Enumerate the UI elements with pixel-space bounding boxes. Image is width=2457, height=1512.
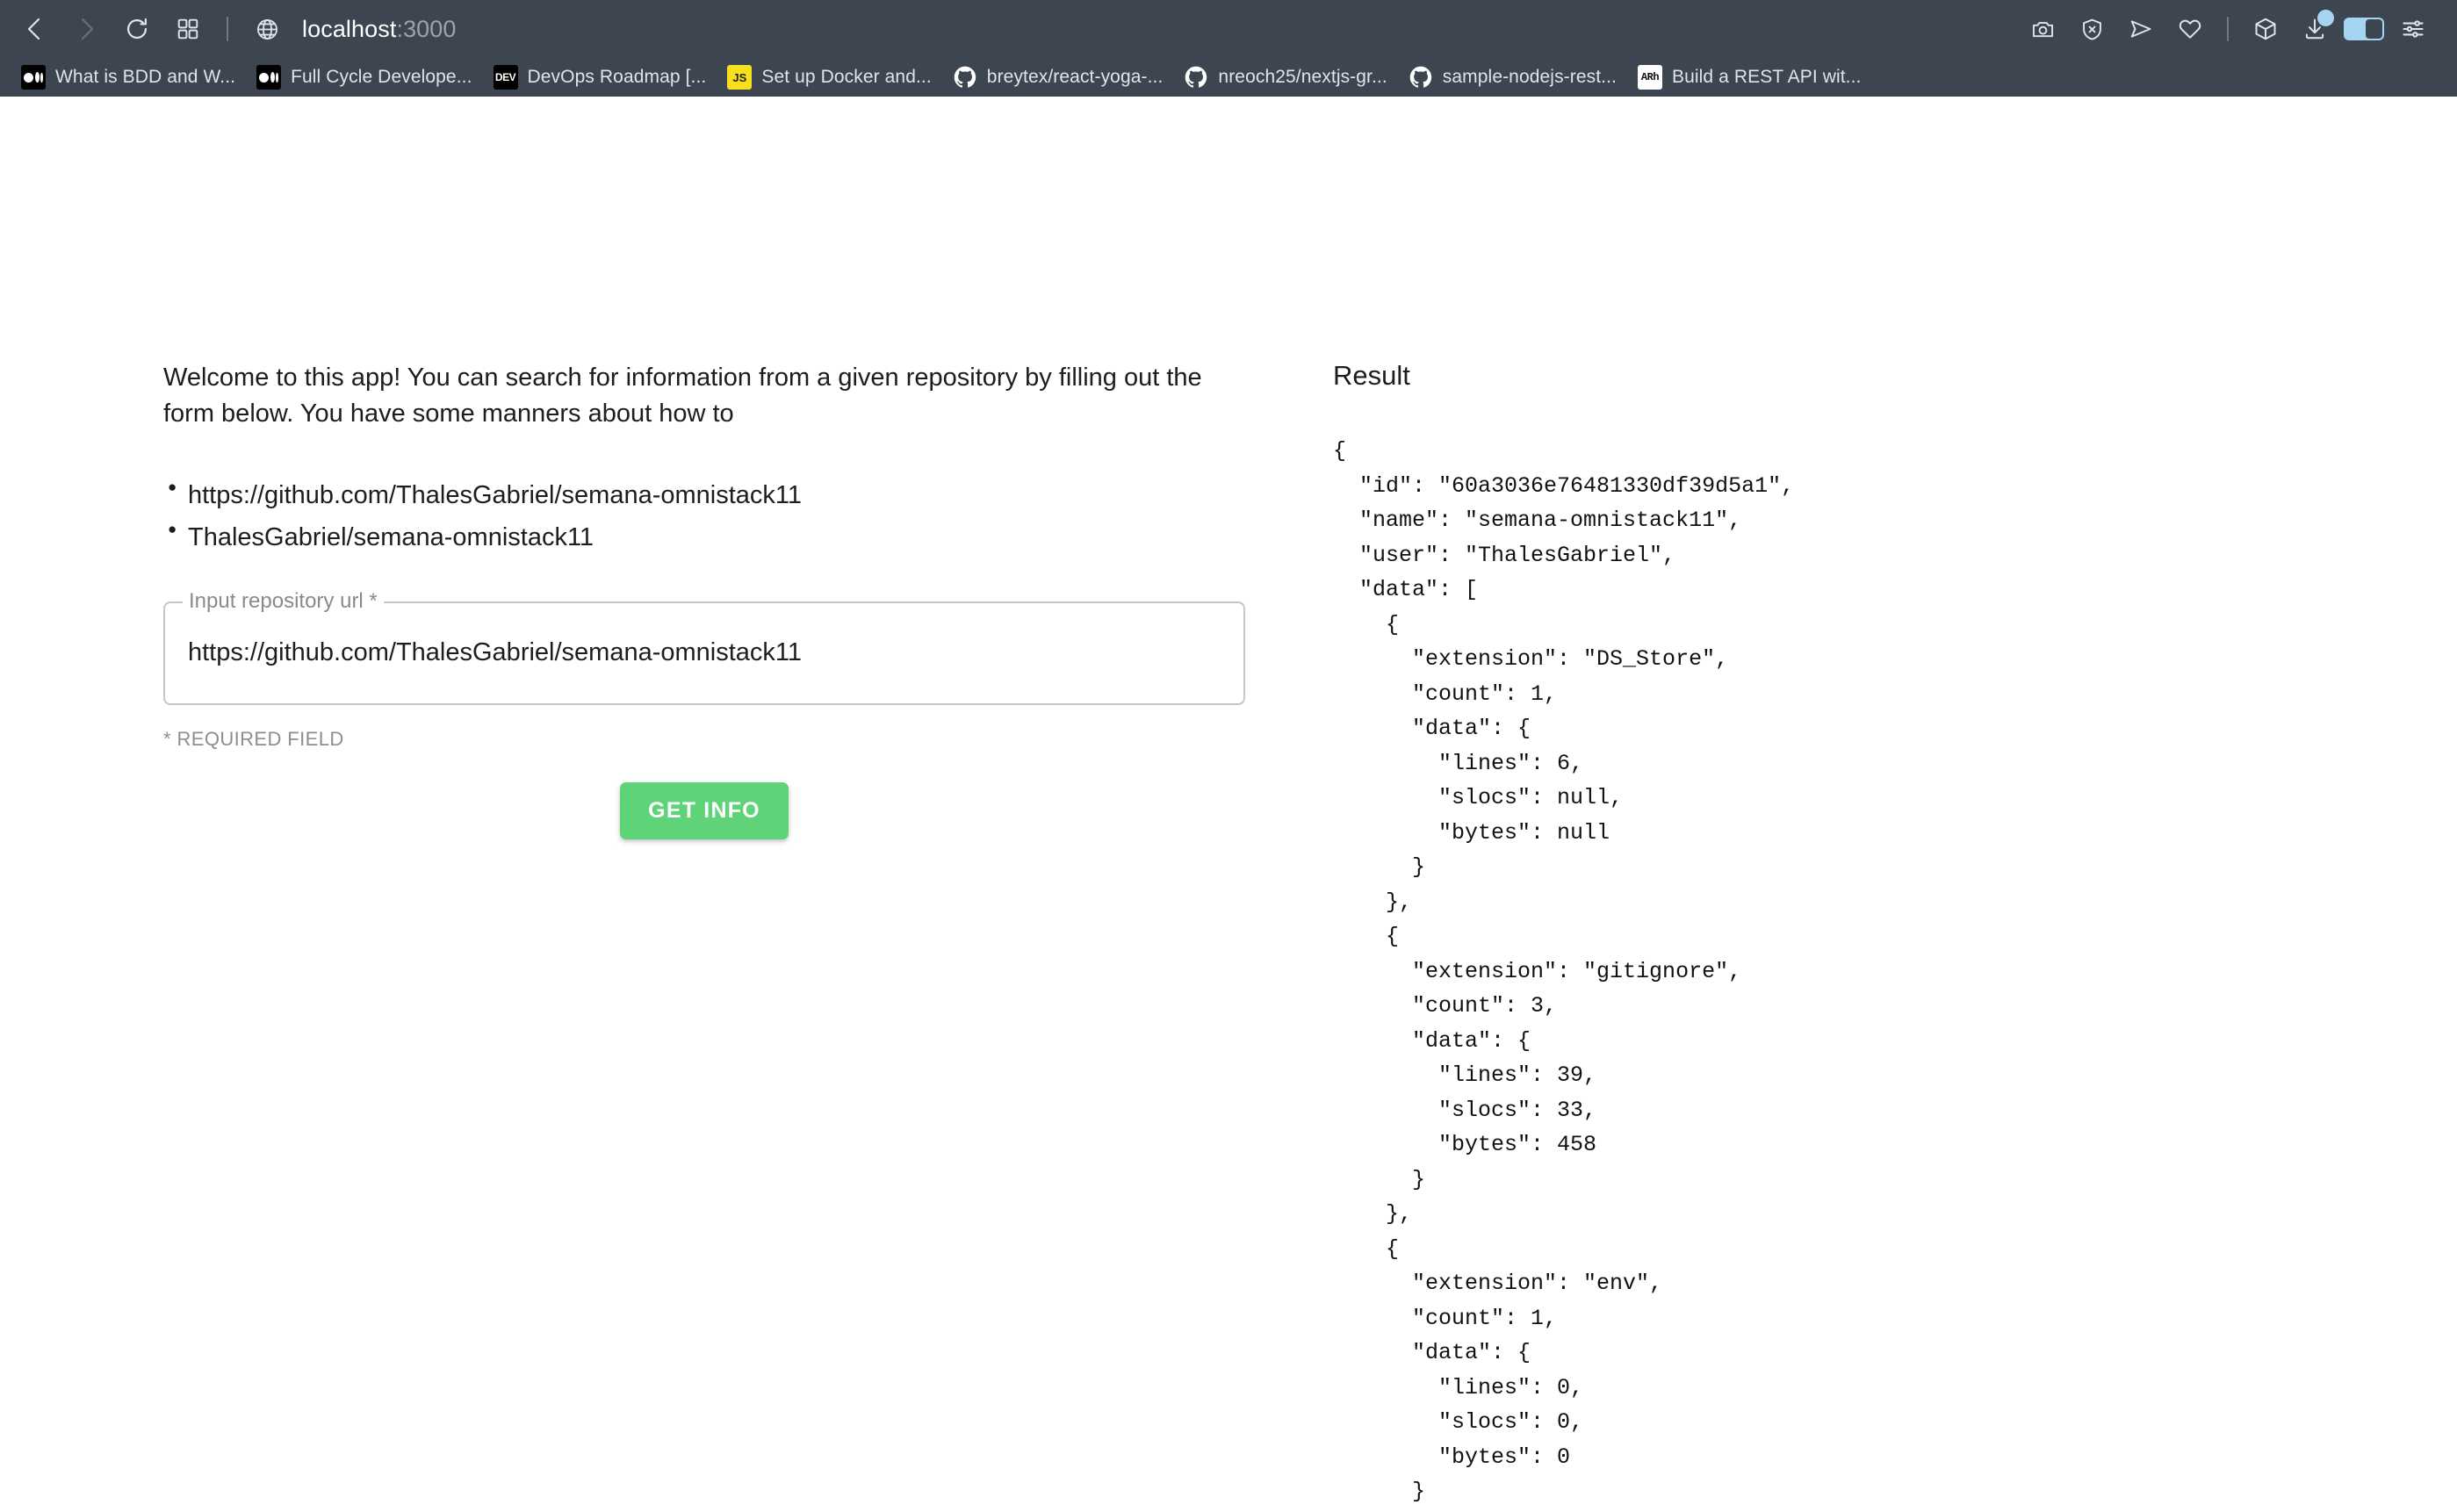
back-button[interactable] [12,6,58,52]
medium-icon [21,65,46,90]
toolbar-divider-right [2227,17,2229,41]
result-column: Result { "id": "60a3036e76481330df39d5a1… [1308,97,2457,1512]
favorites-button[interactable] [2167,6,2213,52]
bookmark-item[interactable]: sample-nodejs-rest... [1400,61,1629,94]
submit-row: GET INFO [163,782,1245,839]
bookmark-label: What is BDD and W... [55,67,235,88]
camera-icon [2031,18,2055,41]
bookmark-label: Build a REST API wit... [1672,67,1862,88]
download-badge [2317,10,2334,26]
result-title: Result [1333,360,2457,392]
bookmark-label: nreoch25/nextjs-gr... [1218,67,1387,88]
bookmark-label: Set up Docker and... [761,67,931,88]
bookmark-label: Full Cycle Develope... [291,67,472,88]
url-host: localhost [302,16,396,42]
browser-chrome: localhost:3000 [0,0,2457,97]
settings-button[interactable] [2390,6,2436,52]
grid-squares-icon [177,18,199,40]
reload-button[interactable] [114,6,160,52]
globe-icon [256,18,279,41]
url-text: localhost:3000 [302,16,457,43]
welcome-text: Welcome to this app! You can search for … [163,360,1226,432]
result-json-output: { "id": "60a3036e76481330df39d5a1", "nam… [1333,434,2457,1512]
page-content: Welcome to this app! You can search for … [0,97,2457,1512]
share-button[interactable] [2118,6,2164,52]
dev-to-icon: DEV [494,65,518,90]
arh-icon: ARh [1638,65,1662,90]
github-icon [1409,65,1433,90]
bookmark-item[interactable]: Full Cycle Develope... [248,61,484,94]
github-icon [1184,65,1208,90]
battery-icon [2344,18,2384,40]
hint-list: https://github.com/ThalesGabriel/semana-… [163,478,1308,555]
github-icon [953,65,977,90]
toolbar-right-icons [2020,6,2436,52]
bookmark-item[interactable]: nreoch25/nextjs-gr... [1175,61,1399,94]
cube-icon [2253,17,2278,41]
bookmark-label: sample-nodejs-rest... [1443,67,1617,88]
bookmarks-bar: What is BDD and W... Full Cycle Develope… [0,58,2457,97]
navigation-buttons [12,6,290,52]
downloads-button[interactable] [2292,6,2338,52]
battery-button[interactable] [2341,6,2387,52]
required-field-note: * REQUIRED FIELD [163,728,1308,751]
reload-icon [125,17,149,41]
send-icon [2129,17,2153,41]
browser-toolbar: localhost:3000 [0,0,2457,58]
bookmark-item[interactable]: DEV DevOps Roadmap [... [485,61,719,94]
toolbar-divider [227,17,228,41]
bookmark-item[interactable]: ARh Build a REST API wit... [1629,61,1874,94]
list-item: https://github.com/ThalesGabriel/semana-… [163,478,1308,514]
shield-x-icon [2080,18,2104,41]
chevron-right-icon [75,16,97,42]
heart-icon [2178,17,2202,41]
url-port: :3000 [396,16,456,42]
javascript-icon: JS [727,65,752,90]
medium-icon [256,65,281,90]
forward-button[interactable] [63,6,109,52]
settings-sliders-icon [2401,17,2425,41]
get-info-button[interactable]: GET INFO [620,782,789,839]
bookmark-item[interactable]: breytex/react-yoga-... [944,61,1176,94]
screenshot-button[interactable] [2020,6,2065,52]
bookmark-item[interactable]: What is BDD and W... [12,61,248,94]
form-column: Welcome to this app! You can search for … [0,97,1308,1512]
list-item: ThalesGabriel/semana-omnistack11 [163,520,1308,556]
bookmark-item[interactable]: JS Set up Docker and... [718,61,943,94]
address-bar[interactable]: localhost:3000 [302,16,2020,43]
bookmark-label: DevOps Roadmap [... [528,67,707,88]
bookmark-label: breytex/react-yoga-... [987,67,1164,88]
repository-url-input[interactable] [163,601,1245,705]
site-info-button[interactable] [244,6,290,52]
tab-overview-button[interactable] [165,6,211,52]
extensions-button[interactable] [2243,6,2288,52]
tracking-protection-button[interactable] [2069,6,2115,52]
chevron-left-icon [24,16,47,42]
repository-url-field[interactable]: Input repository url * [163,601,1245,705]
